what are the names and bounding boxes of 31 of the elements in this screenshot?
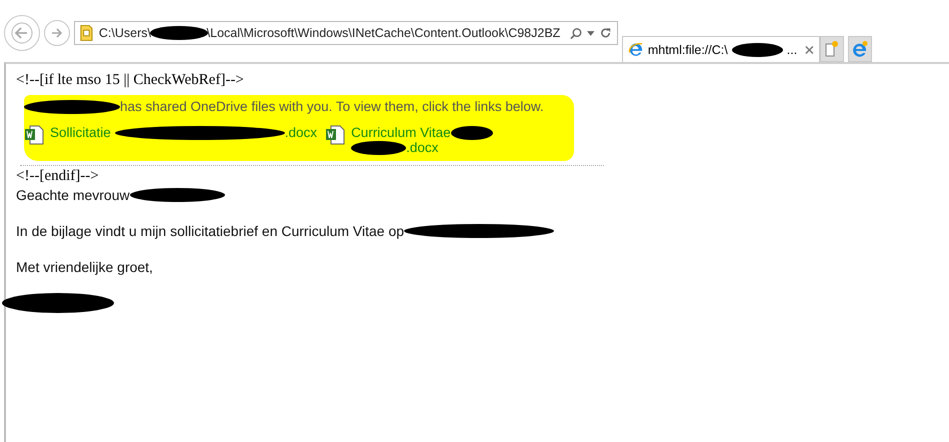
attachment-link[interactable]: Sollicitatie .docx	[24, 125, 318, 155]
redaction-mark	[150, 26, 208, 40]
tab-title-ellipsis: ...	[786, 42, 798, 56]
address-text: \Local\Microsoft\Windows\INetCache\Content.Outlook\C98J2BZ	[206, 26, 560, 40]
new-page-icon	[824, 40, 840, 58]
tab-title: mhtml:file://C:\	[648, 42, 728, 56]
closing-text: Met vriendelijke groet,	[16, 259, 153, 275]
search-icon[interactable]	[570, 26, 582, 40]
attachment-link[interactable]: Curriculum Vitae .docx	[325, 125, 493, 155]
address-text: C:\Users\	[98, 26, 151, 40]
redaction-mark	[450, 126, 493, 140]
conditional-comment: <!--[if lte mso 15 || CheckWebRef]-->	[16, 72, 245, 89]
refresh-icon[interactable]	[600, 27, 611, 39]
forward-button[interactable]	[44, 20, 70, 46]
dropdown-caret-icon[interactable]	[587, 30, 595, 36]
browser-logo-icon	[851, 40, 869, 58]
redaction-mark	[732, 42, 783, 56]
redaction-mark	[351, 140, 406, 154]
conditional-comment: <!--[endif]-->	[16, 168, 100, 185]
word-document-icon	[325, 125, 346, 145]
address-bar[interactable]: C:\Users\ \Local\Microsoft\Windows\INetCache\Content.Outlook\C98J2BZ	[74, 21, 618, 45]
new-tab-button[interactable]	[820, 36, 844, 62]
browser-button[interactable]	[848, 36, 872, 62]
body-text: In de bijlage vindt u mijn sollicitatiebrief en Curriculum Vitae op	[16, 223, 404, 239]
browser-logo-icon	[628, 40, 644, 58]
browser-tab[interactable]: mhtml:file://C:\ ...	[622, 36, 820, 62]
document-icon	[79, 24, 94, 42]
word-document-icon	[24, 125, 44, 145]
share-notice: has shared OneDrive files with you. To view them, click the links below.	[120, 98, 544, 116]
close-icon[interactable]	[805, 44, 814, 54]
greeting-text: Geachte mevrouw	[16, 187, 130, 203]
